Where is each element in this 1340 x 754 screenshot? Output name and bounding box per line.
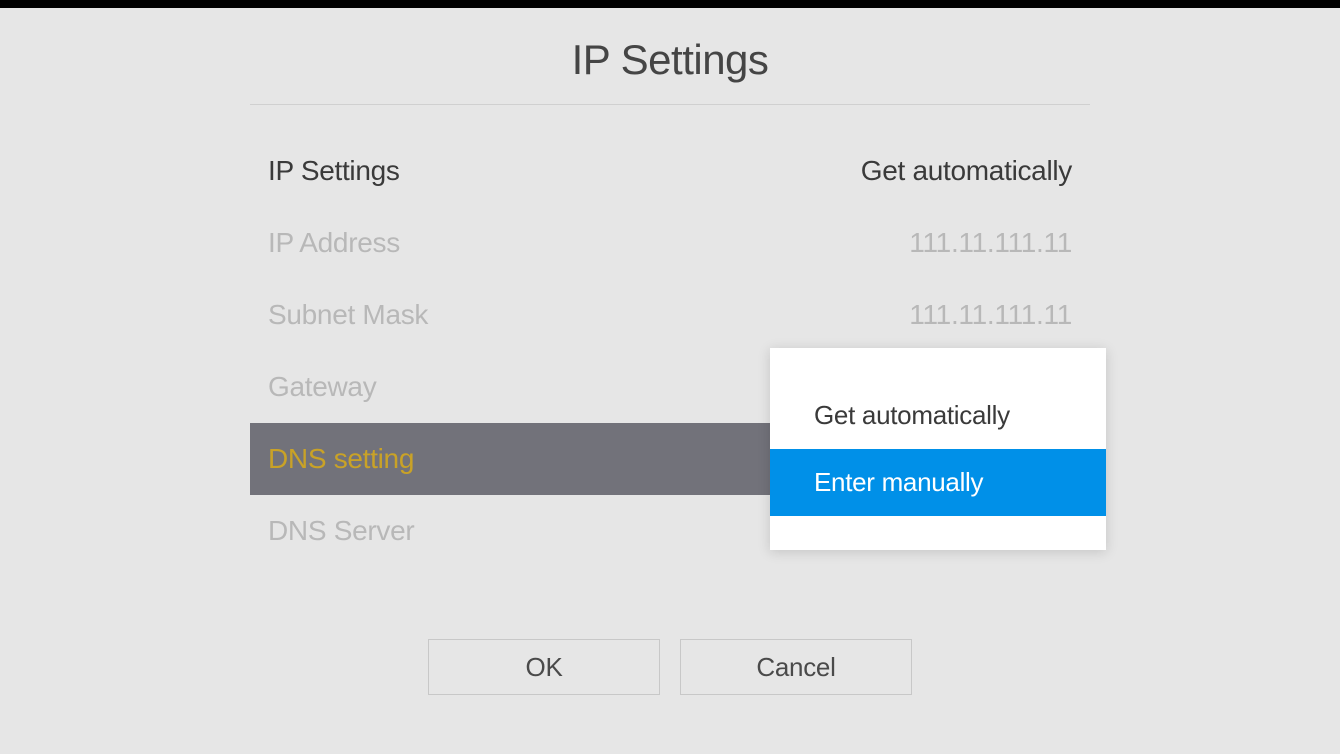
dropdown-option-manual[interactable]: Enter manually [770, 449, 1106, 516]
label-ip-settings: IP Settings [268, 155, 400, 187]
label-ip-address: IP Address [268, 227, 400, 259]
dns-setting-dropdown: Get automatically Enter manually [770, 348, 1106, 550]
divider [250, 104, 1090, 105]
value-ip-settings: Get automatically [861, 155, 1072, 187]
dropdown-option-auto[interactable]: Get automatically [770, 382, 1106, 449]
ok-button[interactable]: OK [428, 639, 660, 695]
button-row: OK Cancel [250, 639, 1090, 695]
row-subnet-mask: Subnet Mask 111.11.111.11 [250, 279, 1090, 351]
label-subnet-mask: Subnet Mask [268, 299, 428, 331]
row-ip-address: IP Address 111.11.111.11 [250, 207, 1090, 279]
cancel-button[interactable]: Cancel [680, 639, 912, 695]
value-ip-address: 111.11.111.11 [909, 227, 1072, 259]
label-dns-server: DNS Server [268, 515, 414, 547]
label-dns-setting: DNS setting [268, 443, 414, 475]
top-bar [0, 0, 1340, 8]
label-gateway: Gateway [268, 371, 376, 403]
value-subnet-mask: 111.11.111.11 [909, 299, 1072, 331]
row-ip-settings[interactable]: IP Settings Get automatically [250, 135, 1090, 207]
page-title: IP Settings [250, 36, 1090, 104]
